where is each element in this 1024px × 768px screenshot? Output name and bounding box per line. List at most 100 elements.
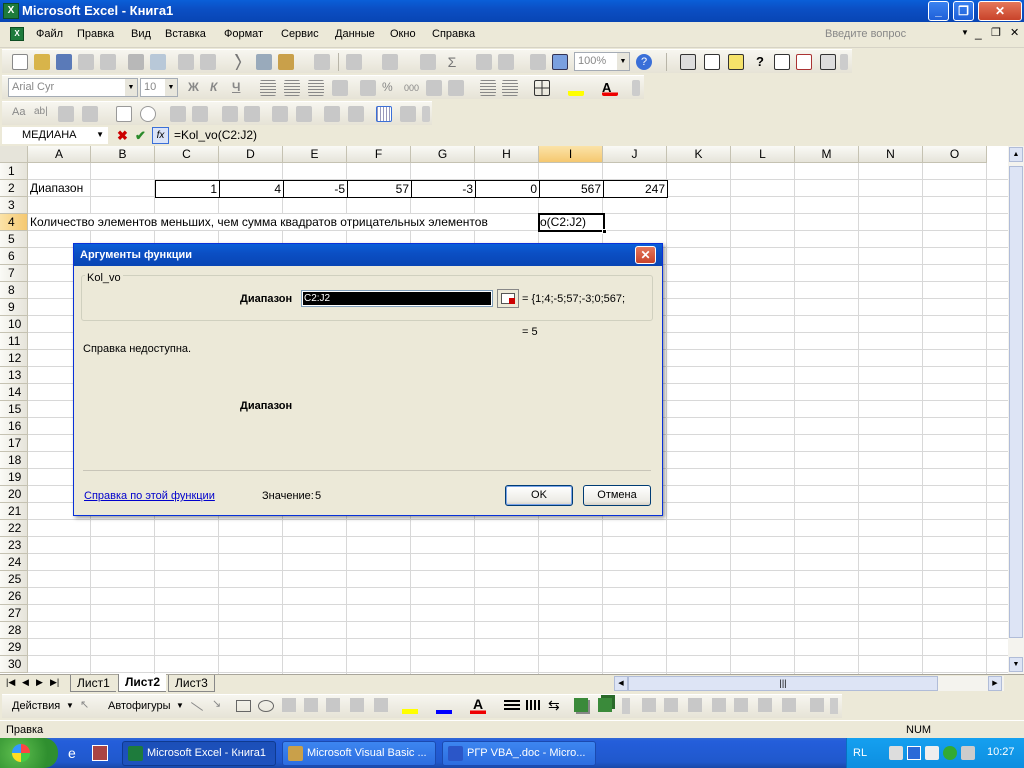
vertical-scroll-thumb[interactable]	[1009, 166, 1023, 638]
cell-A2[interactable]: Диапазон	[30, 180, 83, 196]
bold-icon[interactable]: Ж	[188, 80, 204, 96]
help-icon[interactable]: ?	[636, 54, 652, 70]
editbox-icon[interactable]: ab|	[34, 106, 50, 122]
first-sheet-icon[interactable]: |◀	[6, 677, 15, 688]
diagram-icon[interactable]	[326, 698, 340, 712]
zoom-combo[interactable]: 100% ▼	[574, 52, 630, 71]
row-header-22[interactable]: 22	[0, 520, 28, 537]
row-header-6[interactable]: 6	[0, 248, 28, 265]
column-header-K[interactable]: K	[667, 146, 731, 163]
row-header-3[interactable]: 3	[0, 197, 28, 214]
arrow-icon[interactable]: ↘	[212, 697, 221, 710]
scroll-up-icon[interactable]: ▲	[1009, 147, 1023, 162]
task-word[interactable]: РГР VBA_.doc - Micro...	[442, 741, 596, 766]
question-icon[interactable]: ?	[752, 54, 768, 70]
borders-icon[interactable]	[534, 80, 550, 96]
row-header-21[interactable]: 21	[0, 503, 28, 520]
active-cell-I4[interactable]: o(C2:J2)	[538, 213, 607, 234]
comma-style-icon[interactable]: 000	[404, 80, 420, 96]
row-header-30[interactable]: 30	[0, 656, 28, 673]
row-header-1[interactable]: 1	[0, 163, 28, 180]
run-dialog-icon[interactable]	[400, 106, 416, 122]
menu-edit[interactable]: Правка	[77, 28, 114, 40]
formula-input[interactable]: =Kol_vo(C2:J2)	[174, 128, 257, 142]
row-header-12[interactable]: 12	[0, 350, 28, 367]
column-header-L[interactable]: L	[731, 146, 795, 163]
insert-function-icon[interactable]: fx	[152, 127, 169, 144]
menu-window[interactable]: Окно	[390, 28, 416, 40]
currency-icon[interactable]	[360, 80, 376, 96]
arrow-style-icon[interactable]: ⇆	[548, 697, 560, 714]
cell-D2[interactable]: 4	[219, 181, 281, 197]
next-sheet-icon[interactable]: ▶	[36, 677, 43, 688]
scroll-down-icon[interactable]: ▼	[1009, 657, 1023, 672]
print-preview-icon[interactable]	[150, 54, 166, 70]
task-excel[interactable]: Microsoft Excel - Книга1	[122, 741, 276, 766]
save-icon[interactable]	[56, 54, 72, 70]
line-color-icon[interactable]	[436, 698, 452, 714]
frame-icon[interactable]	[680, 54, 696, 70]
listbox-icon[interactable]	[170, 106, 186, 122]
vertical-scrollbar[interactable]: ▲ ▼	[1008, 146, 1024, 674]
groupbox-icon[interactable]	[58, 106, 74, 122]
tray-icon-1[interactable]	[889, 746, 903, 760]
last-sheet-icon[interactable]: ▶|	[50, 677, 59, 688]
align-right-icon[interactable]	[308, 80, 324, 96]
sheet-tab-2[interactable]: Лист2	[118, 674, 167, 692]
sort-desc-icon[interactable]	[498, 54, 514, 70]
cell-H2[interactable]: 0	[475, 181, 537, 197]
tray-icon-3[interactable]	[943, 746, 957, 760]
row-header-4[interactable]: 4	[0, 214, 28, 231]
menu-tools[interactable]: Сервис	[281, 28, 319, 40]
column-header-C[interactable]: C	[155, 146, 219, 163]
undo-icon[interactable]	[346, 54, 362, 70]
draw-tool-8-icon[interactable]	[810, 698, 824, 712]
menu-data[interactable]: Данные	[335, 28, 375, 40]
row-header-13[interactable]: 13	[0, 367, 28, 384]
forms-options-icon[interactable]	[422, 106, 430, 122]
research-icon[interactable]	[200, 54, 216, 70]
row-header-23[interactable]: 23	[0, 537, 28, 554]
start-button[interactable]	[0, 738, 58, 768]
align-left-icon[interactable]	[260, 80, 276, 96]
cancel-icon[interactable]: ✖	[117, 128, 128, 144]
draw-tool-4-icon[interactable]	[712, 698, 726, 712]
maximize-button[interactable]: ❐	[953, 1, 974, 21]
dialog-close-button[interactable]: ✕	[635, 246, 656, 264]
toggle-grid-icon[interactable]	[376, 106, 392, 122]
row-header-15[interactable]: 15	[0, 401, 28, 418]
rectangle-icon[interactable]	[236, 700, 251, 712]
button-icon[interactable]	[82, 106, 98, 122]
row-header-5[interactable]: 5	[0, 231, 28, 248]
row-header-20[interactable]: 20	[0, 486, 28, 503]
prev-sheet-icon[interactable]: ◀	[22, 677, 29, 688]
quicklaunch-icon[interactable]	[92, 745, 108, 761]
3d-style-icon[interactable]	[598, 698, 612, 712]
increase-indent-icon[interactable]	[502, 80, 518, 96]
row-header-11[interactable]: 11	[0, 333, 28, 350]
hyperlink-icon[interactable]	[420, 54, 436, 70]
open-icon[interactable]	[34, 54, 50, 70]
cell-E2[interactable]: -5	[283, 181, 345, 197]
decrease-indent-icon[interactable]	[480, 80, 496, 96]
workbook-icon[interactable]: X	[10, 27, 24, 41]
fill-handle[interactable]	[602, 229, 607, 234]
spinner-icon[interactable]	[296, 106, 312, 122]
column-header-N[interactable]: N	[859, 146, 923, 163]
draw-font-color-icon[interactable]: A	[470, 696, 486, 714]
row-header-10[interactable]: 10	[0, 316, 28, 333]
cell-A4[interactable]: Количество элементов меньших, чем сумма …	[30, 214, 492, 230]
increase-decimal-icon[interactable]	[426, 80, 442, 96]
ok-button[interactable]: OK	[505, 485, 573, 506]
note-icon[interactable]	[728, 54, 744, 70]
grid-icon[interactable]	[796, 54, 812, 70]
column-header-D[interactable]: D	[219, 146, 283, 163]
select-objects-icon[interactable]: ↖	[80, 698, 89, 711]
label-icon[interactable]: Aa	[12, 106, 28, 122]
row-header-17[interactable]: 17	[0, 435, 28, 452]
function-help-link[interactable]: Справка по этой функции	[84, 490, 215, 502]
percent-icon[interactable]: %	[382, 80, 398, 96]
fill-color-icon[interactable]	[568, 80, 584, 96]
control-props-icon[interactable]	[324, 106, 340, 122]
menu-view[interactable]: Вид	[131, 28, 151, 40]
